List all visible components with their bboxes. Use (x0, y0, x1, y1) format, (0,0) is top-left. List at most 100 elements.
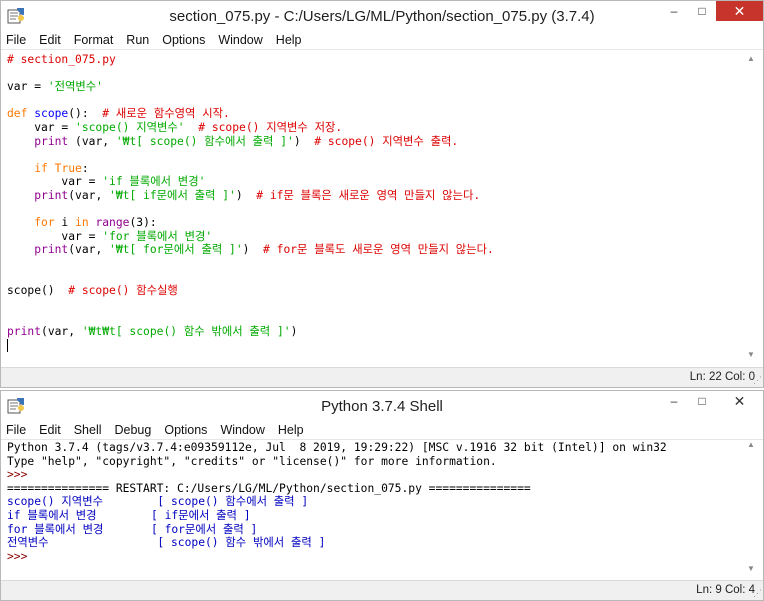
menu-window[interactable]: Window (219, 423, 265, 437)
code-token: >>> (7, 468, 28, 482)
code-token: var = (7, 80, 48, 94)
shell-output-area[interactable]: Python 3.7.4 (tags/v3.7.4:e09359112e, Ju… (7, 441, 757, 571)
maximize-icon[interactable]: □ (688, 1, 716, 21)
menu-edit[interactable]: Edit (38, 423, 62, 437)
scroll-up-icon[interactable]: ▲ (745, 439, 757, 451)
resize-grip-icon[interactable]: ⋰ (753, 375, 762, 386)
menu-file[interactable]: File (5, 423, 27, 437)
shell-window-title: Python 3.7.4 Shell (321, 397, 443, 415)
resize-grip-icon[interactable]: ⋰ (753, 588, 762, 599)
menu-help[interactable]: Help (277, 423, 305, 437)
code-token: # scope() 지역변수 저장. (198, 120, 343, 134)
code-token: ) (293, 134, 315, 148)
shell-line: 전역변수 [ scope() 함수 밖에서 출력 ] (7, 536, 757, 550)
editor-window: section_075.py - C:/Users/LG/ML/Python/s… (0, 0, 764, 388)
code-token: (var, (68, 188, 110, 202)
scroll-down-icon[interactable]: ▼ (745, 349, 757, 361)
shell-titlebar[interactable]: Python 3.7.4 Shell – □ ✕ (1, 391, 763, 421)
scroll-up-icon[interactable]: ▲ (745, 53, 757, 65)
code-token: (): (68, 107, 103, 121)
code-token: ) (242, 243, 264, 257)
minimize-icon[interactable]: – (660, 1, 688, 21)
code-token: print (34, 134, 69, 148)
code-line: if True: (7, 162, 757, 176)
code-token: ) (290, 324, 298, 338)
scroll-down-icon[interactable]: ▼ (745, 563, 757, 575)
code-line: var = 'for 블록에서 변경' (7, 230, 757, 244)
menu-edit[interactable]: Edit (38, 33, 62, 47)
code-token: scope (34, 107, 69, 121)
code-line: def scope(): # 새로운 함수영역 시작. (7, 107, 757, 121)
code-token: : (81, 161, 89, 175)
code-line: var = 'if 블록에서 변경' (7, 175, 757, 189)
menu-help[interactable]: Help (275, 33, 303, 47)
code-token: # scope() 함수실행 (68, 284, 178, 298)
code-token: Python 3.7.4 (tags/v3.7.4:e09359112e, Ju… (7, 441, 667, 454)
code-token: if 블록에서 변경 [ if문에서 출력 ] (7, 508, 251, 522)
menu-window[interactable]: Window (217, 33, 263, 47)
editor-scrollbar[interactable]: ▲ ▼ (745, 53, 757, 361)
code-token: '전역변수' (47, 80, 103, 94)
minimize-icon[interactable]: – (660, 391, 688, 411)
menu-file[interactable]: File (5, 33, 27, 47)
menu-format[interactable]: Format (73, 33, 115, 47)
code-token: var = (7, 229, 103, 243)
shell-line: >>> (7, 468, 757, 482)
code-token: for 블록에서 변경 [ for문에서 출력 ] (7, 522, 258, 536)
menu-debug[interactable]: Debug (114, 423, 153, 437)
code-token: def (7, 107, 28, 121)
menu-options[interactable]: Options (163, 423, 208, 437)
code-token: print (34, 188, 69, 202)
code-token: # for문 블록도 새로운 영역 만들지 않는다. (263, 243, 494, 257)
shell-line: >>> (7, 550, 757, 564)
code-line (7, 338, 757, 352)
code-token: scope() 지역변수 [ scope() 함수에서 출력 ] (7, 495, 309, 509)
shell-scrollbar[interactable]: ▲ ▼ (745, 439, 757, 575)
code-token: var = (7, 175, 103, 189)
code-token: ) (235, 188, 257, 202)
code-token: (var, (68, 243, 110, 257)
shell-cursor-position: Ln: 9 Col: 4 (696, 584, 755, 596)
close-icon[interactable]: ✕ (716, 1, 763, 21)
shell-line: Python 3.7.4 (tags/v3.7.4:e09359112e, Ju… (7, 441, 757, 455)
code-token: range (95, 216, 130, 230)
editor-code-area[interactable]: # section_075.pyvar = '전역변수' def scope():… (7, 53, 757, 355)
shell-line: if 블록에서 변경 [ if문에서 출력 ] (7, 509, 757, 523)
code-token: # scope() 지역변수 출력. (314, 134, 459, 148)
code-line: var = 'scope() 지역변수' # scope() 지역변수 저장. (7, 121, 757, 135)
editor-cursor-position: Ln: 22 Col: 0 (689, 371, 755, 383)
code-line: scope() # scope() 함수실행 (7, 284, 757, 298)
code-token: print (34, 243, 69, 257)
editor-menubar: File Edit Format Run Options Window Help (1, 31, 763, 50)
code-token: >>> (7, 549, 28, 563)
code-token: True (54, 161, 82, 175)
maximize-icon[interactable]: □ (688, 391, 716, 411)
code-token: Type "help", "copyright", "credits" or "… (7, 454, 497, 468)
shell-window-controls: – □ ✕ (660, 391, 763, 411)
close-icon[interactable]: ✕ (716, 391, 763, 411)
code-line: print(var, '₩t₩t[ scope() 함수 밖에서 출력 ]') (7, 325, 757, 339)
shell-window: Python 3.7.4 Shell – □ ✕ File Edit Shell… (0, 390, 764, 601)
editor-window-controls: – □ ✕ (660, 1, 763, 21)
menu-run[interactable]: Run (125, 33, 150, 47)
code-token: # section_075.py (7, 53, 116, 66)
code-token: (var, (68, 134, 116, 148)
menu-options[interactable]: Options (161, 33, 206, 47)
shell-line: scope() 지역변수 [ scope() 함수에서 출력 ] (7, 495, 757, 509)
editor-titlebar[interactable]: section_075.py - C:/Users/LG/ML/Python/s… (1, 1, 763, 31)
code-token: '₩t[ scope() 함수에서 출력 ]' (115, 134, 294, 148)
code-line: for i in range(3): (7, 216, 757, 230)
menu-shell[interactable]: Shell (73, 423, 103, 437)
shell-menubar: File Edit Shell Debug Options Window Hel… (1, 421, 763, 440)
